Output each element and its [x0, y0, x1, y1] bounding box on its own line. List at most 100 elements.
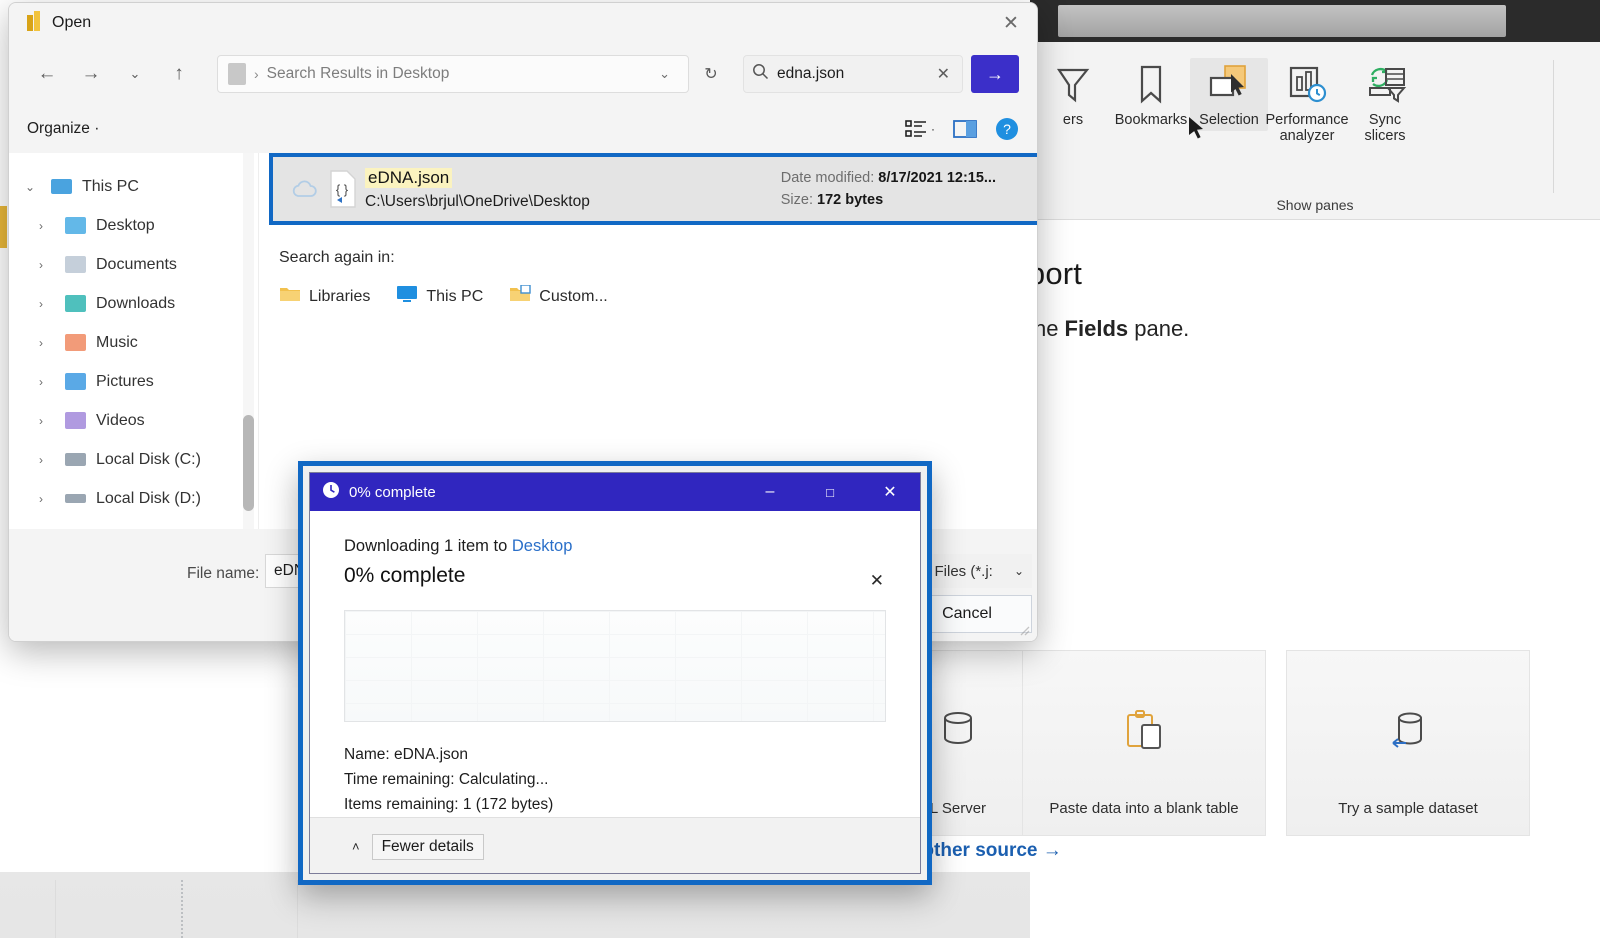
minimize-icon[interactable]: –: [740, 473, 800, 511]
refresh-icon[interactable]: ↻: [693, 55, 729, 93]
sidebar-item-label: Desktop: [96, 216, 155, 234]
download-dialog-titlebar: 0% complete – □ ✕: [310, 473, 920, 511]
search-again-options: Libraries This PC Custom...: [279, 284, 608, 308]
sidebar-item-documents[interactable]: › Documents: [9, 245, 258, 284]
search-input[interactable]: edna.json ✕: [743, 55, 963, 93]
search-again-libraries[interactable]: Libraries: [279, 285, 370, 308]
tree-scrollbar-thumb[interactable]: [243, 415, 254, 511]
organize-menu[interactable]: Organize ·: [27, 120, 99, 138]
selection-icon: [1205, 58, 1253, 112]
sidebar-item-pictures[interactable]: › Pictures: [9, 362, 258, 401]
titlebar-field: [1058, 5, 1506, 37]
view-list-icon[interactable]: ·: [905, 119, 935, 139]
file-size: Size: 172 bytes: [781, 192, 996, 208]
download-percent-text: 0% complete: [344, 564, 466, 587]
sidebar-item-label: Downloads: [96, 294, 176, 312]
filters-icon: [1053, 58, 1093, 112]
ribbon-label: Performance analyzer: [1265, 112, 1349, 145]
chevron-right-icon[interactable]: ›: [39, 258, 55, 272]
chevron-right-icon[interactable]: ›: [39, 492, 55, 506]
chevron-down-icon[interactable]: ⌄: [115, 55, 155, 93]
sidebar-item-music[interactable]: › Music: [9, 323, 258, 362]
clock-icon: [322, 481, 340, 504]
chevron-up-icon[interactable]: ˄: [352, 839, 360, 854]
sidebar-item-local-disk-d[interactable]: › Local Disk (D:): [9, 479, 258, 518]
folder-downloads-icon: [65, 295, 86, 312]
ribbon-filters[interactable]: ers: [1034, 58, 1112, 128]
drive-icon: [65, 494, 86, 503]
canvas-dotted-guide: [181, 880, 183, 938]
powerbi-ribbon: ers Bookmarks Selection Performance anal…: [1030, 42, 1600, 220]
address-bar[interactable]: › Search Results in Desktop ⌄: [217, 55, 689, 93]
sidebar-item-label: Music: [96, 333, 138, 351]
search-submit-button[interactable]: →: [971, 55, 1019, 93]
file-path: C:\Users\brjul\OneDrive\Desktop: [365, 192, 590, 210]
sidebar-item-downloads[interactable]: › Downloads: [9, 284, 258, 323]
sync-slicers-icon: [1362, 58, 1408, 112]
option-label: This PC: [426, 287, 484, 305]
tile-paste-data[interactable]: Paste data into a blank table: [1022, 650, 1266, 836]
table-row[interactable]: { } eDNA.json C:\Users\brjul\OneDrive\De…: [273, 157, 1037, 221]
chevron-right-icon[interactable]: ›: [39, 375, 55, 389]
libraries-folder-icon: [279, 285, 301, 308]
download-status-prefix: Downloading 1 item to: [344, 537, 512, 555]
chevron-right-icon[interactable]: ›: [39, 414, 55, 428]
canvas-guide-line: [55, 880, 56, 938]
ribbon-bookmarks[interactable]: Bookmarks: [1112, 58, 1190, 128]
maximize-icon[interactable]: □: [800, 473, 860, 511]
resize-grip[interactable]: [1018, 623, 1030, 636]
sidebar-item-local-disk-c[interactable]: › Local Disk (C:): [9, 440, 258, 479]
open-dialog-title: Open: [52, 14, 92, 31]
arrow-right-icon[interactable]: →: [71, 55, 111, 93]
chevron-down-icon[interactable]: ⌄: [651, 66, 678, 82]
sidebar-item-this-pc[interactable]: ⌄ This PC: [9, 167, 258, 206]
download-details: Name: eDNA.json Time remaining: Calculat…: [344, 742, 886, 817]
json-file-icon: { }: [321, 170, 365, 208]
date-modified-label: Date modified:: [780, 170, 875, 186]
tile-sample-dataset[interactable]: Try a sample dataset: [1286, 650, 1530, 836]
folder-videos-icon: [65, 412, 86, 429]
ribbon-label: Sync slicers: [1364, 112, 1406, 145]
help-icon[interactable]: ?: [995, 117, 1019, 141]
ribbon-label: Bookmarks: [1114, 112, 1188, 128]
chevron-right-icon[interactable]: ›: [39, 219, 55, 233]
search-again-this-pc[interactable]: This PC: [396, 285, 483, 308]
chevron-down-icon[interactable]: ⌄: [25, 180, 41, 194]
window-buttons: – □ ✕: [740, 473, 920, 511]
arrow-left-icon[interactable]: ←: [27, 55, 67, 93]
breadcrumb-path: Search Results in Desktop: [266, 65, 450, 82]
date-modified-value: 8/17/2021 12:15...: [878, 170, 996, 186]
open-dialog-navbar: ← → ⌄ ↑ › Search Results in Desktop ⌄ ↻ …: [9, 43, 1037, 105]
folder-music-icon: [65, 334, 86, 351]
fewer-details-button[interactable]: Fewer details: [371, 833, 484, 860]
arrow-up-icon[interactable]: ↑: [159, 55, 199, 93]
option-label: Custom...: [539, 287, 608, 305]
download-destination-link[interactable]: Desktop: [512, 537, 573, 555]
chevron-right-icon[interactable]: ›: [39, 297, 55, 311]
sidebar-item-desktop[interactable]: › Desktop: [9, 206, 258, 245]
ribbon-group-show-panes: ers Bookmarks Selection Performance anal…: [1034, 42, 1424, 220]
close-icon[interactable]: ✕: [985, 3, 1037, 43]
tile-label: Try a sample dataset: [1338, 800, 1478, 817]
download-dialog-content: Downloading 1 item to Desktop 0% complet…: [310, 511, 920, 818]
chevron-right-icon[interactable]: ›: [39, 453, 55, 467]
ribbon-performance-analyzer[interactable]: Performance analyzer: [1265, 58, 1349, 145]
powerbi-titlebar: [1030, 0, 1600, 42]
file-metadata: Date modified: 8/17/2021 12:15... Size: …: [781, 170, 996, 208]
close-icon[interactable]: ✕: [933, 64, 954, 84]
search-again-custom[interactable]: Custom...: [509, 284, 608, 308]
close-icon[interactable]: ✕: [860, 473, 920, 511]
cancel-download-icon[interactable]: ✕: [870, 571, 884, 591]
chevron-right-icon[interactable]: ›: [39, 336, 55, 350]
size-value: 172 bytes: [817, 192, 884, 208]
view-caret: ·: [931, 122, 935, 136]
detail-name: Name: eDNA.json: [344, 746, 469, 763]
tile-label: L Server: [929, 800, 987, 817]
ribbon-sync-slicers[interactable]: Sync slicers: [1346, 58, 1424, 144]
download-dialog-title: 0% complete: [349, 483, 436, 501]
sidebar-item-label: Pictures: [96, 372, 154, 390]
preview-pane-icon[interactable]: [953, 119, 977, 139]
breadcrumb-separator: ›: [254, 66, 259, 82]
sidebar-item-videos[interactable]: › Videos: [9, 401, 258, 440]
custom-folder-icon: [509, 284, 531, 308]
